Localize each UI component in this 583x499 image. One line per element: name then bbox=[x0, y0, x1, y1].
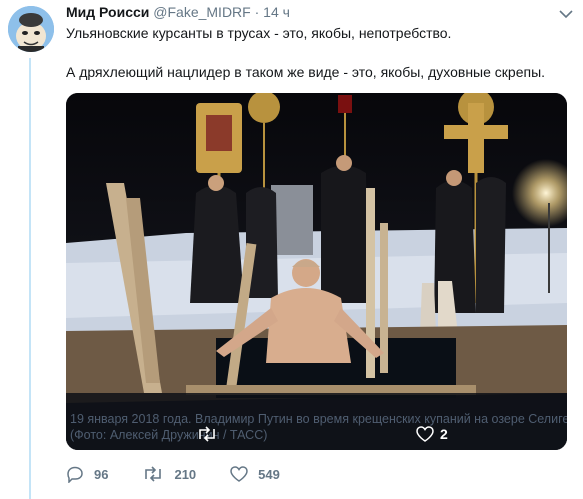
like-count: 549 bbox=[258, 466, 280, 482]
tweet-actions: 96 210 549 bbox=[66, 464, 314, 484]
reply-icon bbox=[67, 466, 83, 483]
chevron-down-icon[interactable] bbox=[559, 6, 573, 19]
overlay-like-count: 2 bbox=[440, 426, 448, 442]
avatar[interactable] bbox=[8, 6, 54, 52]
tweet-timestamp[interactable]: 14 ч bbox=[263, 4, 290, 20]
heart-icon bbox=[230, 466, 248, 482]
retweet-button[interactable]: 210 bbox=[142, 466, 196, 482]
reply-button[interactable]: 96 bbox=[66, 466, 108, 483]
like-button[interactable]: 549 bbox=[230, 466, 280, 482]
thread-line bbox=[29, 58, 31, 499]
tweet-text-line: Ульяновские курсанты в трусах - это, яко… bbox=[66, 25, 452, 41]
tweet-header: Мид Роисси @Fake_MIDRF · 14 ч bbox=[66, 4, 573, 22]
photo-caption-line: 19 января 2018 года. Владимир Путин во в… bbox=[70, 412, 567, 426]
author-display-name[interactable]: Мид Роисси bbox=[66, 4, 149, 20]
photo-scene bbox=[66, 93, 567, 450]
heart-icon bbox=[416, 426, 434, 442]
separator-dot: · bbox=[254, 4, 260, 20]
photo-caption-line: (Фото: Алексей Дружинин / ТАСС) bbox=[70, 428, 268, 442]
author-handle[interactable]: @Fake_MIDRF bbox=[153, 4, 250, 20]
photo-caption: 19 января 2018 года. Владимир Путин во в… bbox=[70, 411, 567, 443]
retweet-icon bbox=[145, 466, 162, 482]
overlay-like: 2 bbox=[416, 426, 448, 442]
tweet-text-line: А дряхлеющий нацлидер в таком же виде - … bbox=[66, 64, 546, 80]
tweet-text: Ульяновские курсанты в трусах - это, яко… bbox=[66, 24, 571, 82]
overlay-retweet-icon bbox=[196, 426, 218, 442]
reply-count: 96 bbox=[94, 466, 109, 482]
tweet-photo[interactable]: 19 января 2018 года. Владимир Путин во в… bbox=[66, 93, 567, 450]
retweet-count: 210 bbox=[174, 466, 197, 482]
